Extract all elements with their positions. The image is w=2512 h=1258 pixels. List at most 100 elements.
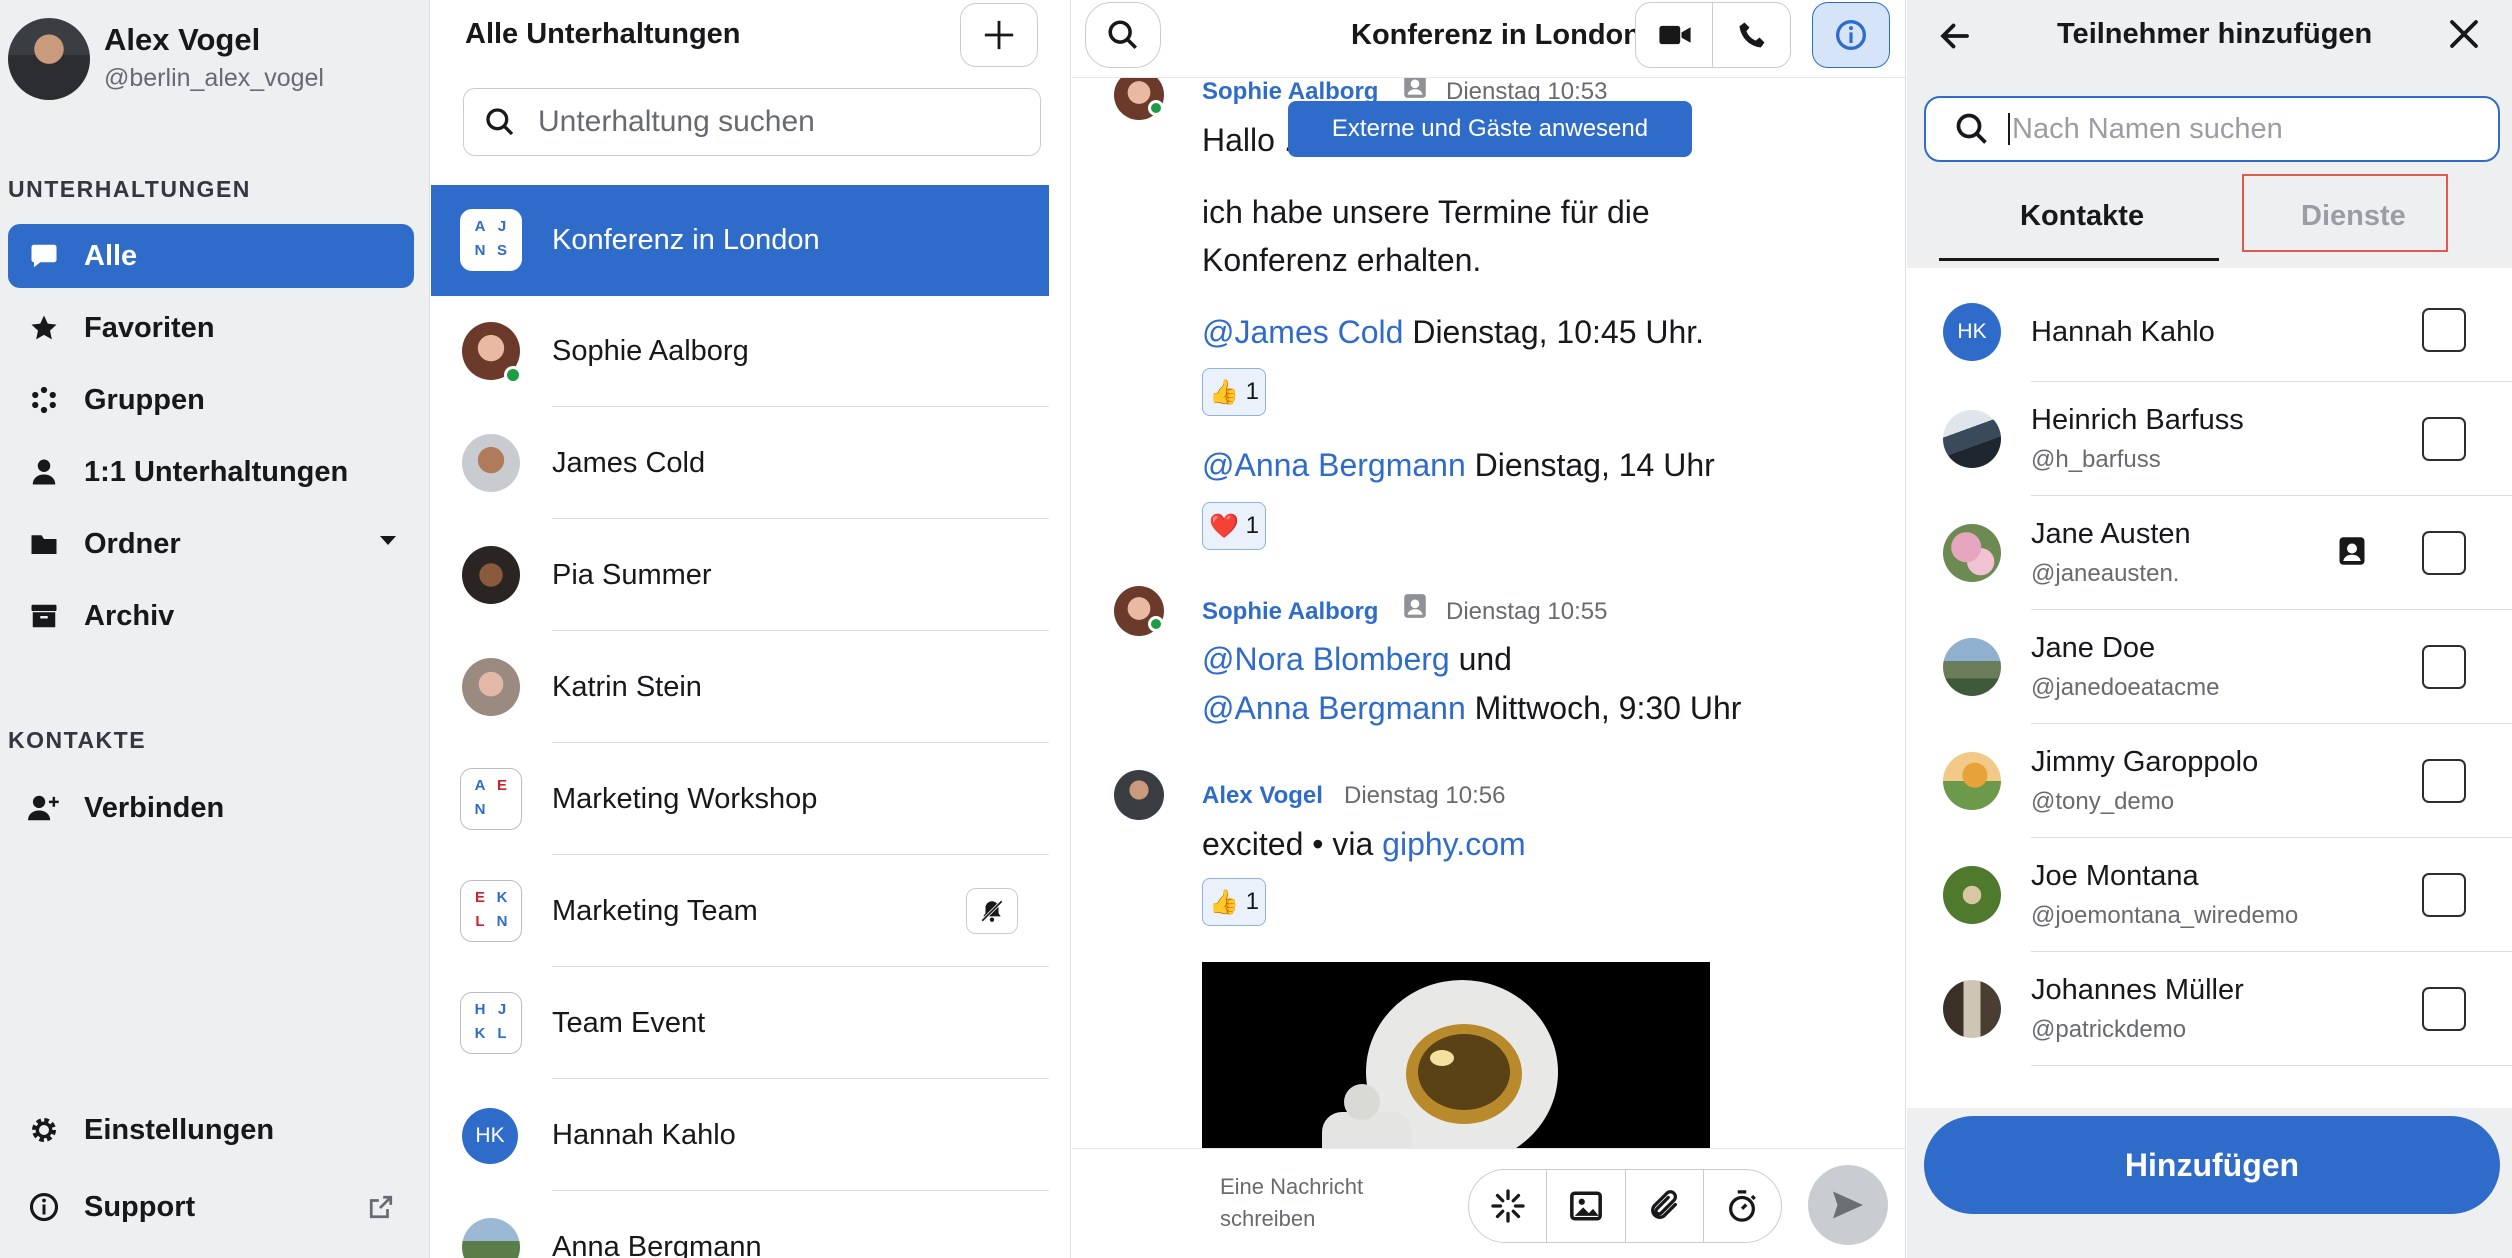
- message-input[interactable]: Eine Nachricht schreiben: [1220, 1171, 1420, 1235]
- conversation-search-input[interactable]: Unterhaltung suchen: [463, 88, 1041, 156]
- close-icon[interactable]: [2446, 16, 2482, 52]
- plus-icon: [982, 18, 1016, 52]
- send-icon: [1830, 1187, 1866, 1223]
- mention[interactable]: @Anna Bergmann: [1202, 690, 1466, 726]
- conversation-item-marketing-team[interactable]: E K L N Marketing Team: [431, 856, 1049, 967]
- bell-off-icon: [979, 898, 1005, 924]
- avatar: [1943, 980, 2001, 1038]
- contact-checkbox[interactable]: [2422, 987, 2466, 1031]
- tab-active-indicator: [1939, 258, 2219, 261]
- send-button[interactable]: [1808, 1165, 1888, 1245]
- plus-icon[interactable]: [1148, 1187, 1182, 1221]
- sidebar-item-label: Einstellungen: [84, 1113, 275, 1146]
- sidebar-item-one-to-one[interactable]: 1:1 Unterhaltungen: [8, 440, 414, 504]
- audio-call-button[interactable]: [1712, 2, 1791, 68]
- add-participants-panel: Teilnehmer hinzufügen Nach Namen suchen …: [1907, 0, 2512, 1258]
- contact-checkbox[interactable]: [2422, 645, 2466, 689]
- new-conversation-button[interactable]: [960, 3, 1038, 67]
- group-initial: H: [474, 1001, 486, 1018]
- contact-checkbox[interactable]: [2422, 873, 2466, 917]
- add-person-icon: [24, 788, 64, 828]
- conversation-info-button[interactable]: [1812, 2, 1890, 68]
- conversation-item-hannah[interactable]: HK Hannah Kahlo: [431, 1080, 1049, 1191]
- contact-checkbox[interactable]: [2422, 308, 2466, 352]
- contact-checkbox[interactable]: [2422, 531, 2466, 575]
- message-text: @Anna Bergmann Mittwoch, 9:30 Uhr: [1202, 690, 1742, 726]
- chat-search-button[interactable]: [1085, 2, 1161, 68]
- online-indicator: [504, 366, 522, 384]
- chevron-down-icon[interactable]: [380, 536, 396, 545]
- mention[interactable]: @Nora Blomberg: [1202, 641, 1450, 677]
- mention[interactable]: @Anna Bergmann: [1202, 447, 1466, 483]
- highlight-box: [2242, 174, 2448, 252]
- message-text: Konferenz erhalten.: [1202, 242, 1482, 278]
- group-initial: A: [474, 777, 486, 794]
- sidebar-item-archive[interactable]: Archiv: [8, 584, 414, 648]
- search-icon: [1954, 111, 1990, 147]
- message-sender[interactable]: Alex Vogel: [1202, 782, 1323, 810]
- sidebar-item-folders[interactable]: Ordner: [8, 512, 414, 576]
- conversation-item-katrin[interactable]: Katrin Stein: [431, 632, 1049, 743]
- reaction-thumbs-up[interactable]: 👍 1: [1202, 368, 1266, 416]
- message-composer: Eine Nachricht schreiben: [1072, 1148, 1905, 1258]
- ping-button[interactable]: [1469, 1170, 1548, 1242]
- mention[interactable]: @James Cold: [1202, 314, 1403, 350]
- avatar: [1943, 866, 2001, 924]
- contact-row[interactable]: Jane Austen @janeausten.: [1907, 496, 2512, 610]
- timed-message-button[interactable]: [1704, 1170, 1781, 1242]
- back-arrow-icon[interactable]: [1937, 18, 1973, 54]
- group-avatar: A J N S: [460, 209, 522, 271]
- conversation-item-team-event[interactable]: H J K L Team Event: [431, 968, 1049, 1079]
- contact-checkbox[interactable]: [2422, 417, 2466, 461]
- contact-handle: @joemontana_wiredemo: [2031, 902, 2299, 929]
- sidebar-item-all[interactable]: Alle: [8, 224, 414, 288]
- avatar: [1943, 752, 2001, 810]
- conversation-item-marketing-workshop[interactable]: A E N Marketing Workshop: [431, 744, 1049, 855]
- conversation-item-sophie[interactable]: Sophie Aalborg: [431, 296, 1049, 407]
- tab-contacts[interactable]: Kontakte: [2020, 200, 2144, 233]
- contact-row[interactable]: Joe Montana @joemontana_wiredemo: [1907, 838, 2512, 952]
- user-avatar[interactable]: [8, 18, 90, 100]
- gif-image[interactable]: [1202, 962, 1710, 1148]
- sidebar-item-favorites[interactable]: Favoriten: [8, 296, 414, 360]
- person-icon: [24, 452, 64, 492]
- conversation-item-konferenz[interactable]: A J N S Konferenz in London: [431, 185, 1049, 296]
- sidebar-item-groups[interactable]: Gruppen: [8, 368, 414, 432]
- attachment-button[interactable]: [1626, 1170, 1704, 1242]
- giphy-link[interactable]: giphy.com: [1382, 826, 1525, 862]
- message-list[interactable]: Sophie Aalborg Dienstag 10:53 Hallo ... …: [1072, 0, 1905, 1148]
- sidebar-item-support[interactable]: Support: [8, 1175, 414, 1239]
- message-text: @Nora Blomberg und: [1202, 641, 1512, 677]
- message-sender[interactable]: Sophie Aalborg: [1202, 598, 1378, 626]
- contact-name: Joe Montana: [2031, 860, 2199, 892]
- contact-checkbox[interactable]: [2422, 759, 2466, 803]
- conversation-item-pia[interactable]: Pia Summer: [431, 520, 1049, 631]
- avatar: [1943, 524, 2001, 582]
- participant-search-input[interactable]: Nach Namen suchen: [1924, 96, 2500, 162]
- contact-row[interactable]: Jimmy Garoppolo @tony_demo: [1907, 724, 2512, 838]
- conversation-item-james[interactable]: James Cold: [431, 408, 1049, 519]
- contact-row[interactable]: Heinrich Barfuss @h_barfuss: [1907, 382, 2512, 496]
- contact-row[interactable]: HK Hannah Kahlo: [1907, 268, 2512, 382]
- message-text: excited • via giphy.com: [1202, 826, 1526, 862]
- message-time: Dienstag 10:55: [1446, 598, 1608, 625]
- contact-row[interactable]: Jane Doe @janedoeatacme: [1907, 610, 2512, 724]
- conversation-item-anna[interactable]: Anna Bergmann: [431, 1192, 1049, 1258]
- sidebar-item-settings[interactable]: Einstellungen: [8, 1098, 414, 1162]
- muted-notifications-button[interactable]: [966, 888, 1018, 934]
- group-initial: L: [475, 913, 485, 930]
- video-call-button[interactable]: [1635, 2, 1714, 68]
- section-title-conversations: UNTERHALTUNGEN: [8, 176, 251, 202]
- contact-handle: @janedoeatacme: [2031, 674, 2220, 701]
- search-placeholder: Unterhaltung suchen: [538, 105, 815, 138]
- sidebar-item-connect[interactable]: Verbinden: [8, 776, 414, 840]
- sidebar: Alex Vogel @berlin_alex_vogel UNTERHALTU…: [0, 0, 430, 1258]
- add-participants-button[interactable]: Hinzufügen: [1924, 1116, 2500, 1214]
- contact-row[interactable]: Johannes Müller @patrickdemo: [1907, 952, 2512, 1066]
- avatar: [462, 546, 520, 604]
- contact-list[interactable]: HK Hannah Kahlo Heinrich Barfuss @h_barf…: [1907, 268, 2512, 1108]
- group-initial: L: [497, 1025, 507, 1042]
- reaction-heart[interactable]: ❤️ 1: [1202, 502, 1266, 550]
- reaction-thumbs-up[interactable]: 👍 1: [1202, 878, 1266, 926]
- image-button[interactable]: [1547, 1170, 1626, 1242]
